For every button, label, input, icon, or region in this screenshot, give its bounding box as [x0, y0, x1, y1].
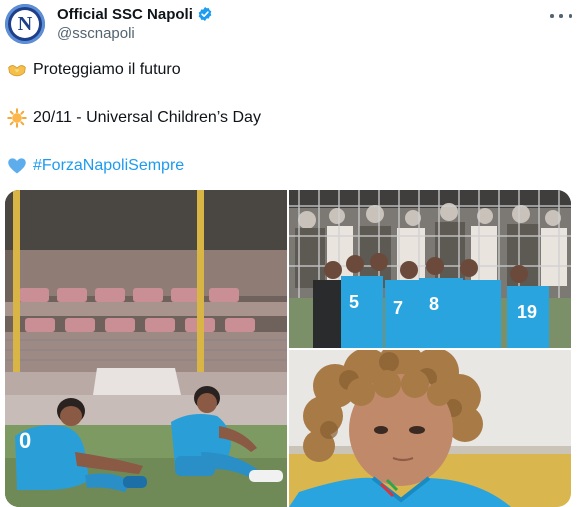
photo2-jersey-number-4: 19 — [517, 302, 537, 322]
photo-players-seated[interactable]: 0 — [5, 190, 287, 507]
tweet-line-2: 20/11 - Universal Children’s Day — [7, 108, 261, 128]
photo2-jersey-number-2: 7 — [393, 298, 403, 318]
verified-badge-icon — [198, 7, 212, 21]
sun-icon — [7, 108, 27, 128]
avatar-letter: N — [17, 13, 33, 35]
author-row: Official SSC Napoli — [57, 5, 213, 23]
display-name[interactable]: Official SSC Napoli — [57, 6, 193, 23]
hashtag-link[interactable]: #ForzaNapoliSempre — [33, 157, 184, 175]
media-grid: 0 5 7 8 19 — [5, 190, 571, 507]
avatar[interactable]: N — [5, 4, 45, 44]
tweet-line-3: #ForzaNapoliSempre — [7, 156, 184, 176]
more-icon[interactable] — [550, 8, 572, 24]
photo2-jersey-number-3: 8 — [429, 294, 439, 314]
photo-team-celebration-image: 5 7 8 19 — [289, 190, 571, 348]
tweet-line-1: Proteggiamo il futuro — [7, 60, 181, 80]
handshake-heart-icon — [8, 65, 26, 77]
napoli-logo: N — [11, 10, 39, 38]
photo-boy-portrait[interactable] — [289, 350, 571, 507]
tweet-line-2-text: 20/11 - Universal Children’s Day — [33, 109, 261, 126]
tweet-line-1-text: Proteggiamo il futuro — [33, 61, 181, 78]
photo2-jersey-number-1: 5 — [349, 292, 359, 312]
blue-heart-icon — [8, 158, 26, 174]
author-handle[interactable]: @sscnapoli — [57, 25, 135, 42]
photo1-jersey-number: 0 — [19, 428, 31, 453]
photo-boy-portrait-image — [289, 350, 571, 507]
photo-team-celebration[interactable]: 5 7 8 19 — [289, 190, 571, 348]
photo-players-seated-image: 0 — [5, 190, 287, 507]
